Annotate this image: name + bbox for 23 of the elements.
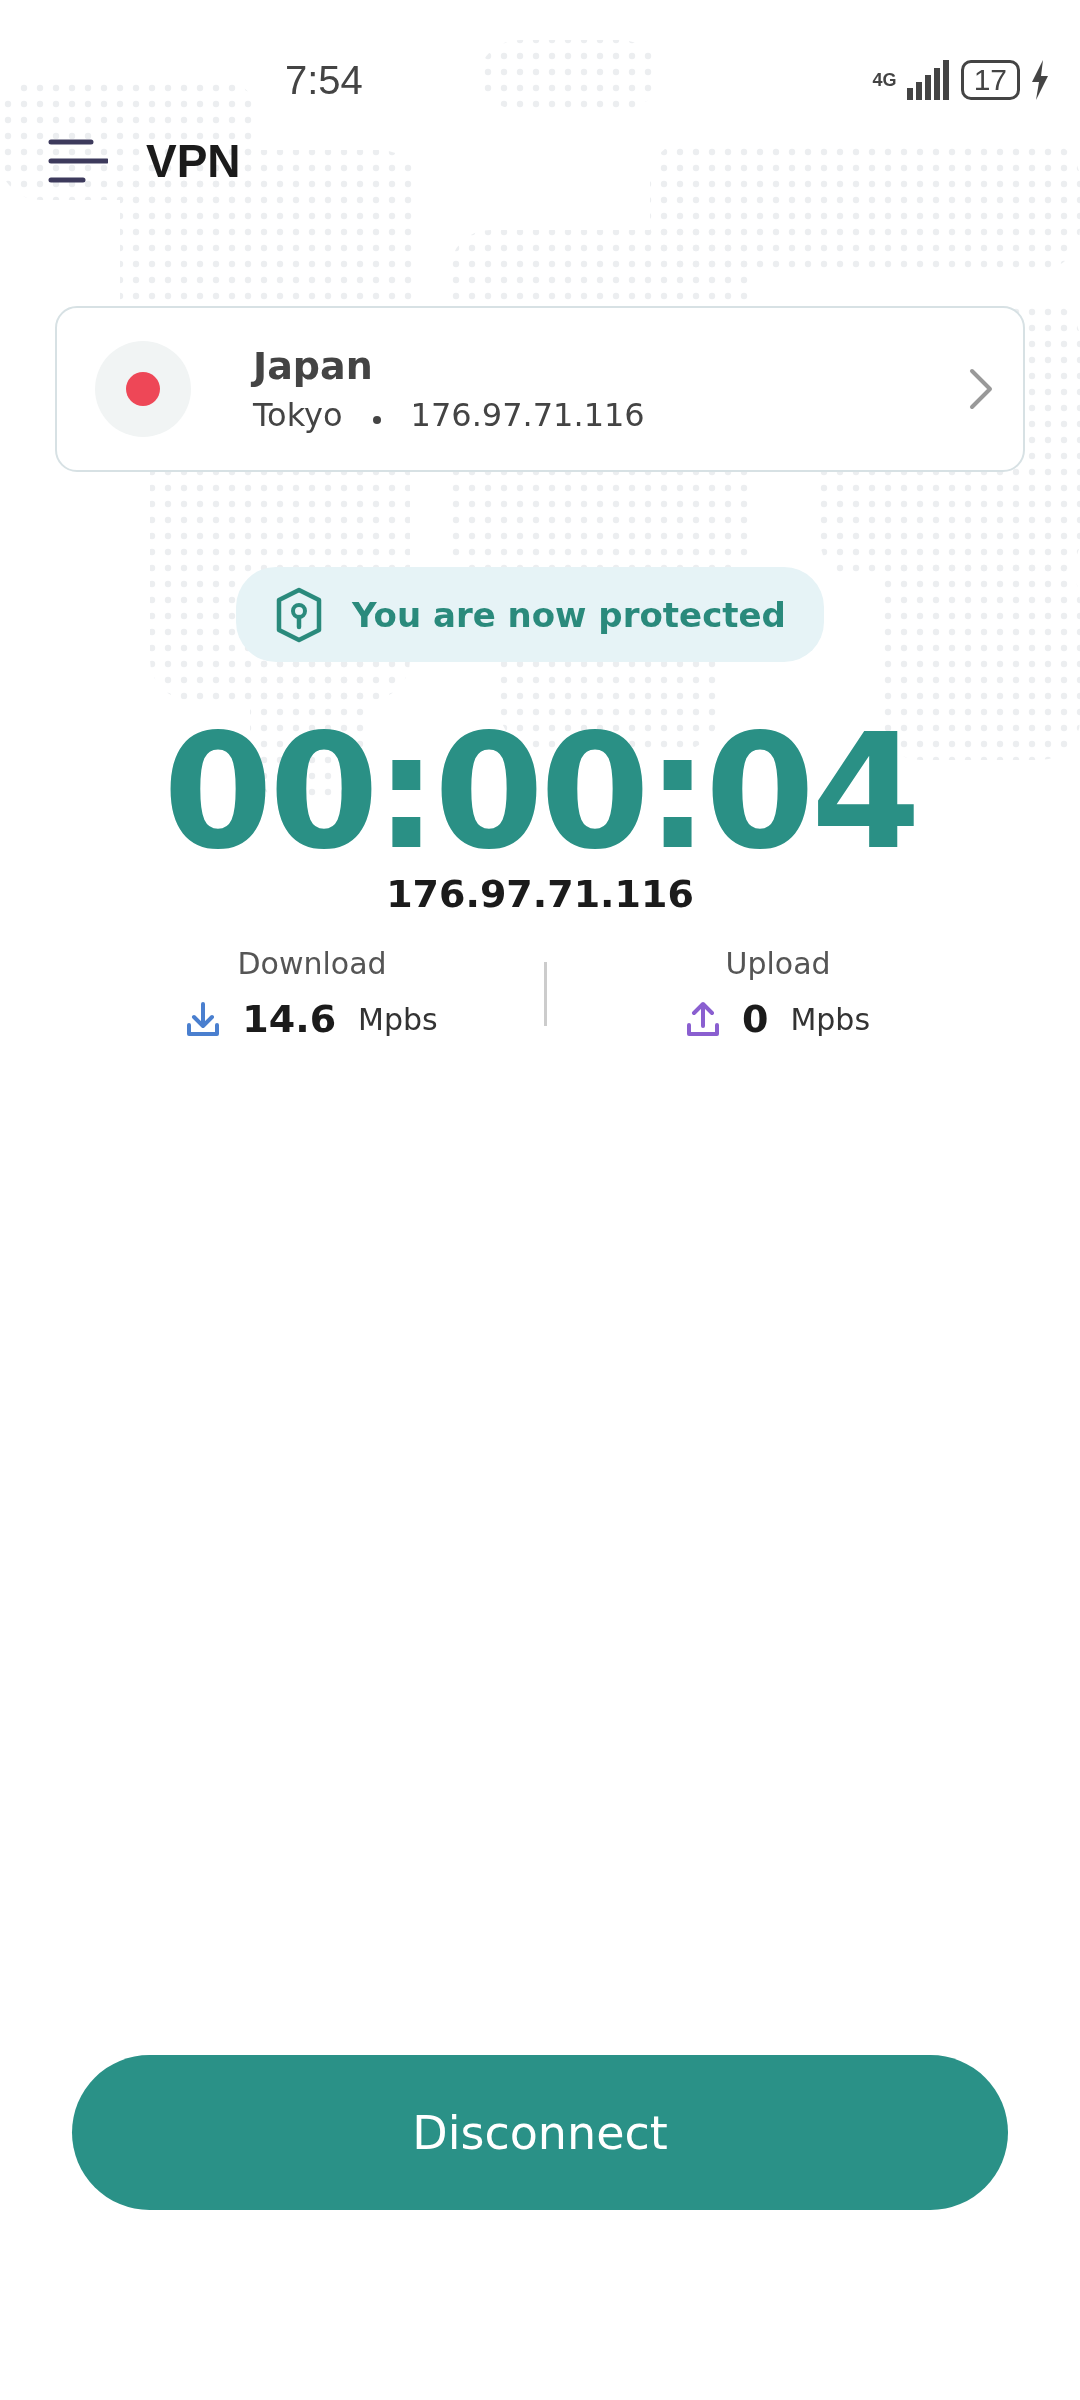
server-ip: 176.97.71.116 — [410, 396, 645, 434]
server-card[interactable]: Japan Tokyo 176.97.71.116 — [55, 306, 1025, 472]
speed-value: 14.6 — [242, 997, 337, 1041]
menu-icon[interactable] — [48, 138, 108, 184]
speed-unit: Mpbs — [790, 1001, 871, 1037]
signal-icon — [906, 60, 951, 100]
status-time: 7:54 — [285, 57, 363, 103]
speed-label: Upload — [725, 946, 831, 981]
speed-label: Download — [237, 946, 387, 981]
country-name: Japan — [253, 344, 374, 388]
city-name: Tokyo — [253, 396, 343, 434]
app-title: VPN — [146, 134, 241, 188]
download-icon — [186, 1001, 221, 1037]
disconnect-button[interactable]: Disconnect — [72, 2055, 1008, 2210]
upload-icon — [685, 1001, 720, 1037]
speed-unit: Mpbs — [358, 1001, 438, 1037]
speed-value: 0 — [741, 997, 769, 1041]
network-type: 4G — [872, 69, 897, 91]
status-text: You are now protected — [352, 594, 786, 635]
charging-icon — [1030, 60, 1050, 100]
chevron-right-icon — [969, 368, 993, 410]
battery-level: 17 — [960, 60, 1020, 100]
separator-dot — [372, 416, 381, 424]
